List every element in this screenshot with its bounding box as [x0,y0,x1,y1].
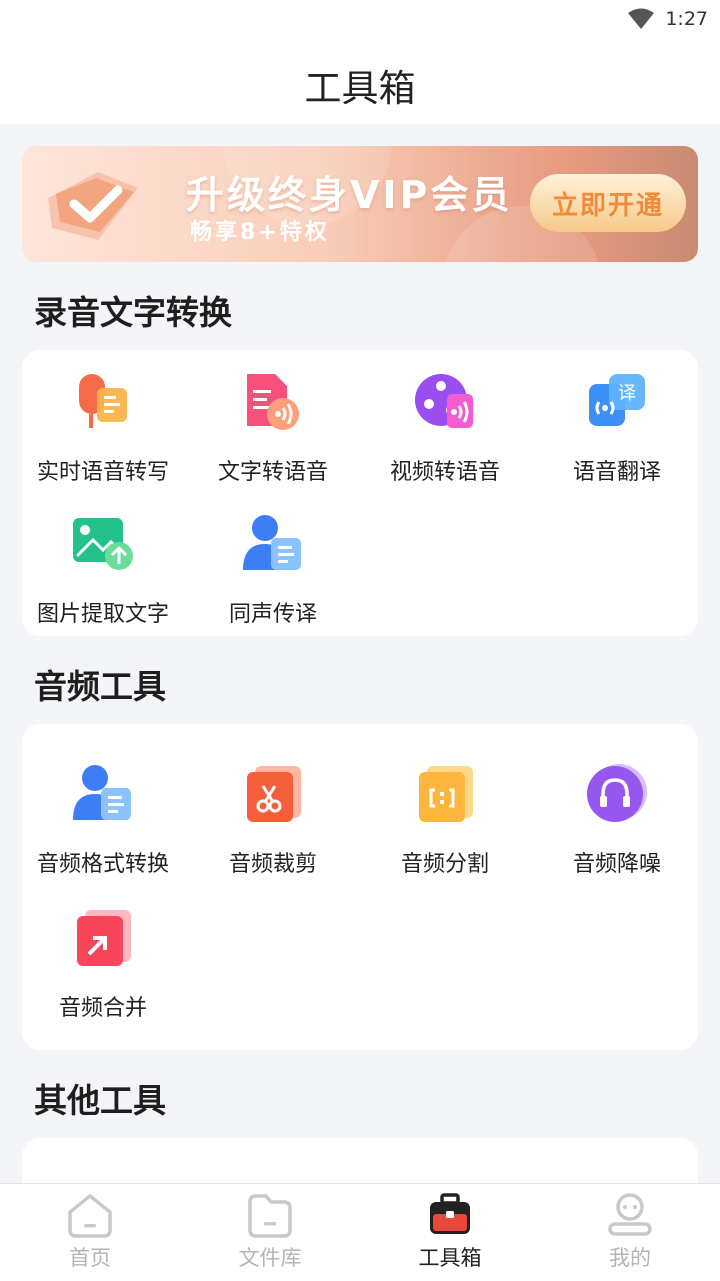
audio-tools-card: 音频格式转换 音频裁剪 音频分割 音频降噪 音频合并 [22,724,698,1050]
tool-label: 音频分割 [400,852,489,877]
tool-simultaneous-interpretation[interactable]: 同声传译 [187,512,359,628]
tool-label: 图片提取文字 [36,602,169,627]
speech-tools-card: 实时语音转写 文字转语音 视频转语音 译 语音翻译 图片提取文字 同声传译 [22,350,698,636]
toolbox-icon [430,1193,470,1234]
scissors-icon [247,766,301,822]
tool-label: 文字转语音 [217,460,328,485]
split-file-icon [419,766,473,822]
document-sound-icon [247,374,299,430]
section-title-audio: 音频工具 [34,667,166,706]
speech-translate-icon: 译 [589,374,645,426]
headphones-icon [587,764,647,822]
person-document-icon [243,515,301,570]
section-title-other: 其他工具 [34,1081,166,1120]
vip-banner[interactable]: 升级终身VIP会员 畅享8+特权 立即开通 [22,146,698,262]
nav-file-library[interactable]: 文件库 [180,1192,360,1272]
microphone-text-icon [79,374,127,428]
bottom-navigation: 首页 文件库 工具箱 我的 [0,1183,720,1281]
tool-text-to-speech[interactable]: 文字转语音 [187,370,359,486]
tool-label: 实时语音转写 [36,460,169,485]
nav-label: 工具箱 [418,1246,482,1270]
nav-home[interactable]: 首页 [0,1192,180,1272]
tool-label: 音频裁剪 [228,852,317,877]
vip-check-badge-icon [48,172,138,240]
person-document-icon [73,765,131,820]
profile-icon [608,1193,652,1236]
section-title-speech: 录音文字转换 [34,293,232,332]
page-title: 工具箱 [304,67,416,110]
tool-audio-denoise[interactable]: 音频降噪 [531,762,703,878]
tool-label: 音频降噪 [572,852,661,877]
tool-audio-split[interactable]: 音频分割 [359,762,531,878]
tool-audio-trim[interactable]: 音频裁剪 [187,762,359,878]
top-app-bar: 1:27 工具箱 [0,0,720,124]
tool-realtime-transcribe[interactable]: 实时语音转写 [17,370,189,486]
banner-title: 升级终身VIP会员 [186,173,513,217]
tool-speech-translate[interactable]: 译 语音翻译 [531,370,703,486]
status-bar: 1:27 [627,6,708,32]
tool-image-ocr[interactable]: 图片提取文字 [17,512,189,628]
tool-audio-format-convert[interactable]: 音频格式转换 [17,762,189,878]
folder-icon [248,1194,292,1238]
tool-audio-merge[interactable]: 音频合并 [17,906,189,1022]
svg-text:译: 译 [618,383,636,404]
nav-label: 首页 [69,1246,111,1270]
status-time: 1:27 [665,8,708,30]
nav-toolbox[interactable]: 工具箱 [360,1192,540,1272]
home-icon [68,1194,112,1238]
tool-video-to-speech[interactable]: 视频转语音 [359,370,531,486]
merge-file-icon [77,910,131,966]
video-reel-sound-icon [415,374,473,428]
tool-label: 视频转语音 [389,460,500,485]
image-upload-icon [73,518,133,570]
wifi-icon [628,8,655,29]
tool-label: 同声传译 [228,602,317,627]
tool-label: 音频格式转换 [36,852,169,877]
banner-subtitle: 畅享8+特权 [190,220,330,245]
nav-label: 文件库 [238,1246,302,1270]
tool-label: 语音翻译 [572,460,661,485]
nav-profile[interactable]: 我的 [540,1192,720,1272]
tool-label: 音频合并 [58,996,147,1021]
open-vip-button[interactable]: 立即开通 [530,174,686,232]
nav-label: 我的 [609,1246,651,1270]
